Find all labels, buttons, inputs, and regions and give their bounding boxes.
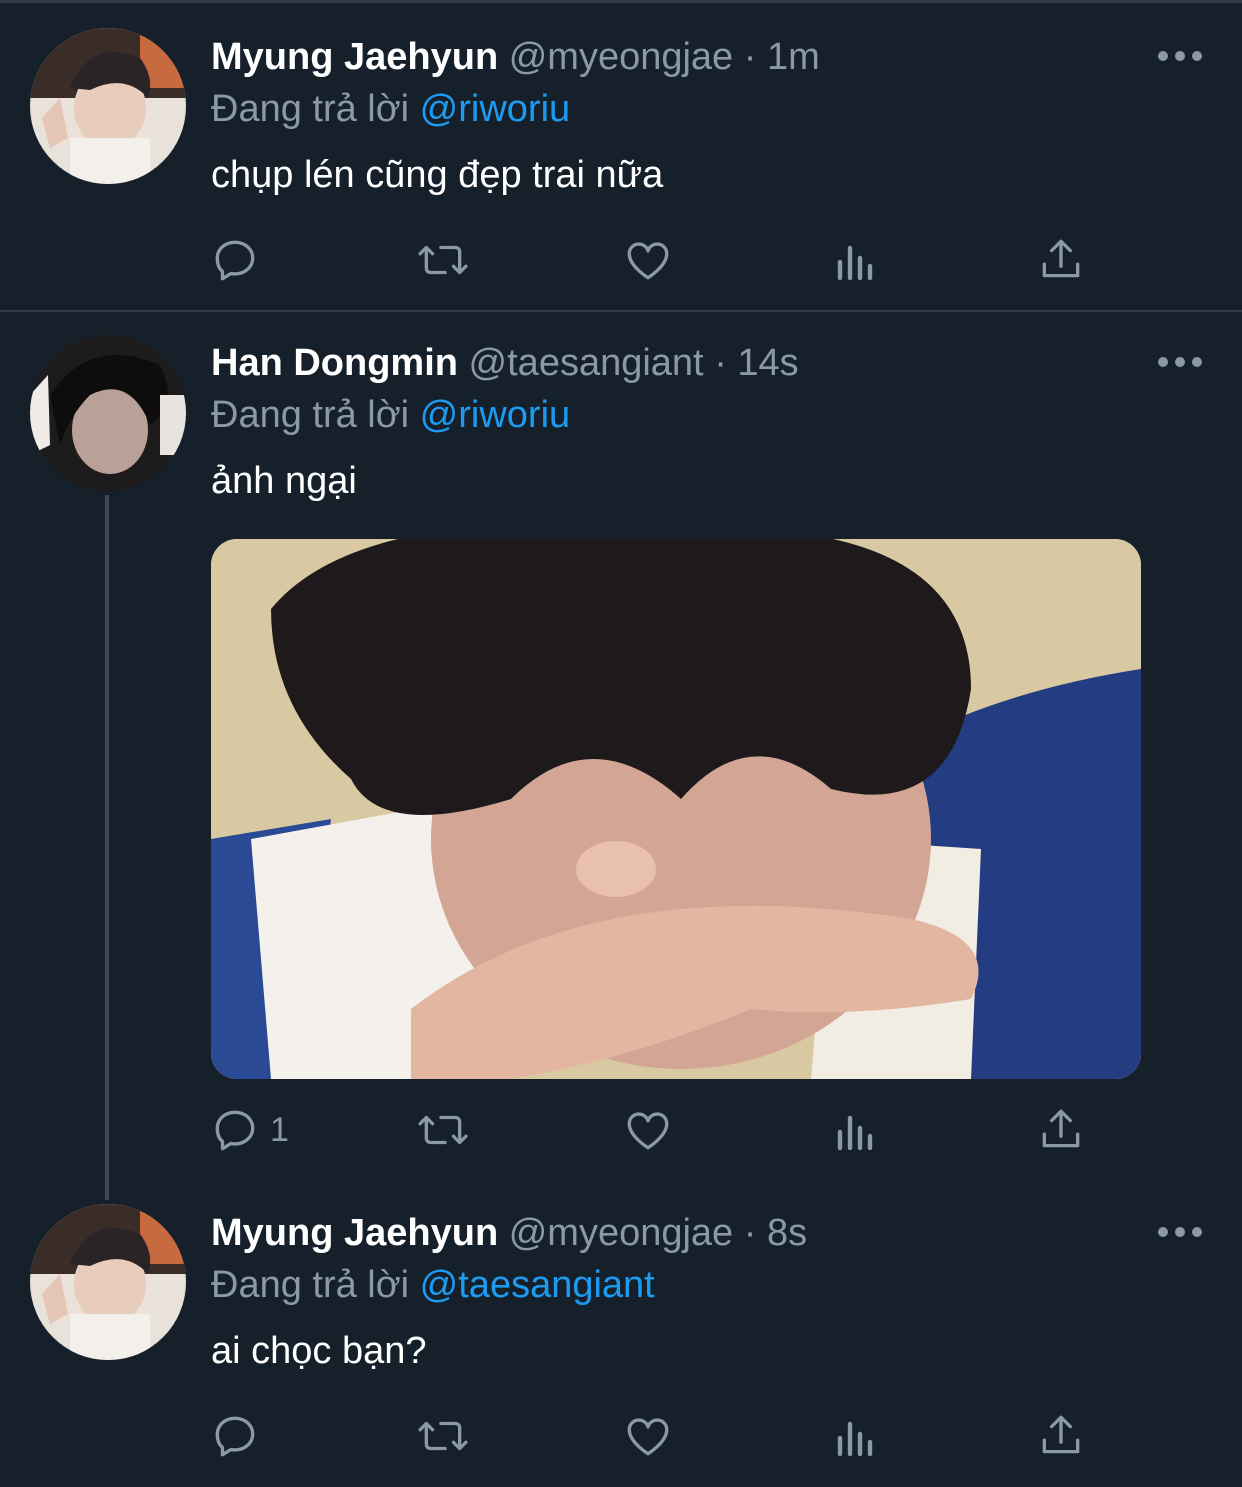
like-button[interactable] — [623, 232, 673, 288]
reply-icon — [215, 1110, 255, 1151]
analytics-button[interactable] — [830, 1408, 878, 1464]
tweet-1[interactable]: Myung Jaehyun @myeongjae · 1m Đang trả l… — [0, 0, 1242, 312]
share-button[interactable] — [1036, 1102, 1086, 1158]
tweet-header: Myung Jaehyun @myeongjae · 8s — [211, 1210, 807, 1256]
tweet-header: Han Dongmin @taesangiant · 14s — [211, 340, 799, 386]
more-icon-dot — [1175, 51, 1185, 61]
separator: · — [743, 36, 757, 78]
action-bar — [210, 232, 1100, 288]
more-icon-dot — [1175, 357, 1185, 367]
share-button[interactable] — [1036, 232, 1086, 288]
more-options-button[interactable] — [1158, 352, 1202, 372]
retweet-button[interactable] — [415, 1408, 471, 1464]
reply-icon — [215, 1416, 255, 1457]
share-icon — [1042, 1109, 1080, 1148]
replying-prefix: Đang trả lời — [211, 1264, 410, 1306]
action-bar: 1 — [210, 1102, 1100, 1158]
avatar-myung-jaehyun[interactable] — [30, 28, 186, 184]
replying-prefix: Đang trả lời — [211, 394, 410, 436]
more-icon-dot — [1175, 1227, 1185, 1237]
reply-button[interactable]: 1 — [210, 1102, 289, 1158]
replying-to: Đang trả lời @taesangiant — [211, 1262, 655, 1308]
retweet-button[interactable] — [415, 232, 471, 288]
more-icon-dot — [1158, 357, 1168, 367]
attached-photo[interactable] — [211, 539, 1141, 1079]
author-name[interactable]: Han Dongmin — [211, 342, 458, 384]
timestamp[interactable]: 8s — [767, 1212, 807, 1254]
analytics-button[interactable] — [830, 1102, 878, 1158]
share-icon — [1042, 239, 1080, 278]
share-button[interactable] — [1036, 1408, 1086, 1464]
more-icon-dot — [1192, 1227, 1202, 1237]
retweet-icon — [418, 1115, 468, 1145]
tweet-text: chụp lén cũng đẹp trai nữa — [211, 154, 664, 196]
reply-button[interactable] — [210, 232, 260, 288]
action-bar — [210, 1408, 1100, 1464]
more-icon-dot — [1158, 1227, 1168, 1237]
more-icon-dot — [1192, 357, 1202, 367]
tweet-3[interactable]: Myung Jaehyun @myeongjae · 8s Đang trả l… — [0, 1192, 1242, 1487]
avatar-han-dongmin[interactable] — [30, 335, 186, 491]
mention-link[interactable]: @riworiu — [420, 394, 570, 436]
author-handle[interactable]: @taesangiant — [469, 342, 704, 384]
author-handle[interactable]: @myeongjae — [509, 1212, 733, 1254]
analytics-icon — [837, 1115, 873, 1151]
tweet-header: Myung Jaehyun @myeongjae · 1m — [211, 34, 820, 80]
analytics-icon — [837, 1421, 873, 1457]
more-options-button[interactable] — [1158, 1222, 1202, 1242]
author-name[interactable]: Myung Jaehyun — [211, 1212, 498, 1254]
retweet-icon — [418, 245, 468, 275]
separator: · — [743, 1212, 757, 1254]
analytics-icon — [837, 245, 873, 281]
replying-to: Đang trả lời @riworiu — [211, 392, 570, 438]
like-button[interactable] — [623, 1102, 673, 1158]
tweet-text: ảnh ngại — [211, 460, 357, 502]
replying-prefix: Đang trả lời — [211, 88, 410, 130]
timestamp[interactable]: 1m — [767, 36, 820, 78]
author-name[interactable]: Myung Jaehyun — [211, 36, 498, 78]
mention-link[interactable]: @riworiu — [420, 88, 570, 130]
more-options-button[interactable] — [1158, 46, 1202, 66]
avatar-myung-jaehyun[interactable] — [30, 1204, 186, 1360]
author-handle[interactable]: @myeongjae — [509, 36, 733, 78]
replying-to: Đang trả lời @riworiu — [211, 86, 570, 132]
reply-button[interactable] — [210, 1408, 260, 1464]
heart-icon — [627, 1112, 669, 1150]
tweet-text: ai chọc bạn? — [211, 1330, 427, 1372]
mention-link[interactable]: @taesangiant — [420, 1264, 655, 1306]
timestamp[interactable]: 14s — [737, 342, 798, 384]
reply-count: 1 — [270, 1110, 289, 1149]
reply-icon — [215, 240, 255, 281]
analytics-button[interactable] — [830, 232, 878, 288]
heart-icon — [627, 242, 669, 280]
separator: · — [714, 342, 727, 384]
retweet-button[interactable] — [415, 1102, 471, 1158]
more-icon-dot — [1158, 51, 1168, 61]
like-button[interactable] — [623, 1408, 673, 1464]
share-icon — [1042, 1415, 1080, 1454]
more-icon-dot — [1192, 51, 1202, 61]
heart-icon — [627, 1418, 669, 1456]
tweet-2[interactable]: Han Dongmin @taesangiant · 14s Đang trả … — [0, 312, 1242, 1192]
retweet-icon — [418, 1421, 468, 1451]
